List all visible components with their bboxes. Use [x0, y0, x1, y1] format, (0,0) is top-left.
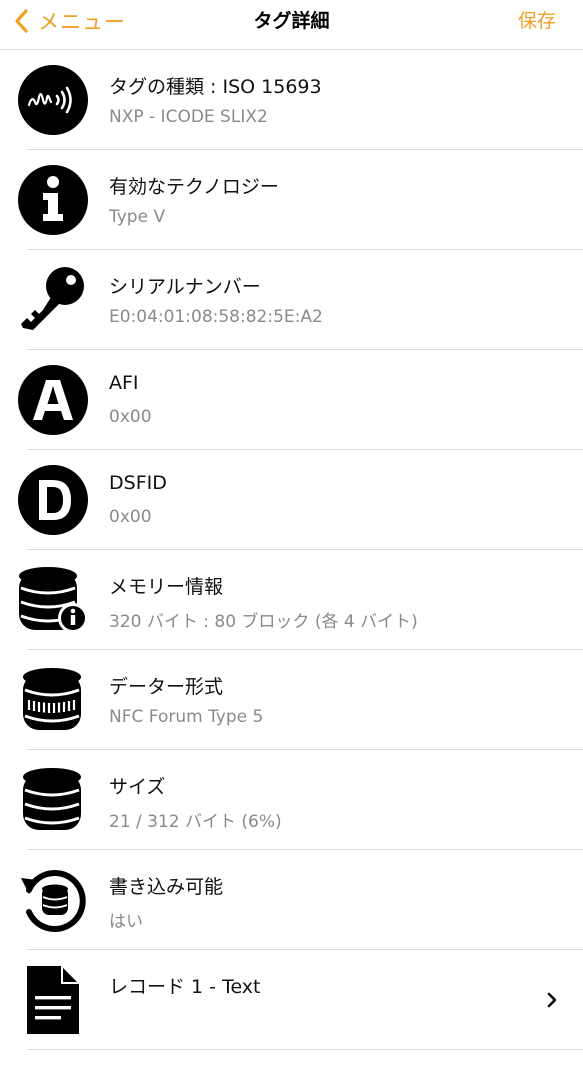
row-subtitle: NXP - ICODE SLIX2	[109, 107, 268, 127]
database-format-icon	[17, 664, 89, 736]
letter-a-icon	[17, 364, 89, 436]
row-subtitle: E0:04:01:08:58:82:5E:A2	[109, 307, 323, 327]
row-record-1[interactable]: レコード 1 - Text	[27, 950, 583, 1050]
row-title: AFI	[109, 372, 139, 394]
row-title: DSFID	[109, 472, 167, 494]
row-serial-number: シリアルナンバー E0:04:01:08:58:82:5E:A2	[21, 250, 583, 350]
tag-details-list: タグの種類 : ISO 15693 NXP - ICODE SLIX2 有効なテ…	[0, 49, 583, 1050]
row-subtitle: Type V	[109, 207, 166, 227]
key-icon	[17, 264, 89, 336]
row-writable: 書き込み可能 はい	[21, 850, 583, 950]
row-technologies: 有効なテクノロジー Type V	[18, 150, 583, 250]
database-info-icon	[17, 564, 89, 636]
row-title: タグの種類 : ISO 15693	[109, 76, 322, 98]
row-subtitle: 320 バイト : 80 ブロック (各 4 バイト)	[109, 612, 418, 632]
row-subtitle: はい	[109, 912, 143, 932]
row-size: サイズ 21 / 312 バイト (6%)	[23, 750, 583, 850]
row-subtitle: 0x00	[109, 407, 152, 427]
row-title: 書き込み可能	[109, 876, 224, 898]
info-icon	[17, 164, 89, 236]
row-memory-info: メモリー情報 320 バイト : 80 ブロック (各 4 バイト)	[19, 550, 583, 650]
row-subtitle: 21 / 312 バイト (6%)	[109, 812, 282, 832]
navigation-bar: メニュー タグ詳細 保存	[0, 0, 583, 44]
row-title: シリアルナンバー	[109, 276, 261, 298]
save-button[interactable]: 保存	[518, 4, 556, 38]
row-dsfid: DSFID 0x00	[18, 450, 583, 550]
row-title: 有効なテクノロジー	[109, 176, 279, 198]
row-title: データー形式	[109, 676, 224, 698]
row-tag-type: タグの種類 : ISO 15693 NXP - ICODE SLIX2	[18, 50, 583, 150]
row-afi: AFI 0x00	[18, 350, 583, 450]
letter-d-icon	[17, 464, 89, 536]
row-title: サイズ	[109, 776, 166, 798]
nfc-wave-icon	[17, 64, 89, 136]
row-subtitle: NFC Forum Type 5	[109, 707, 264, 727]
database-rewrite-icon	[17, 864, 89, 936]
row-title: レコード 1 - Text	[109, 976, 261, 998]
database-icon	[17, 764, 89, 836]
row-data-format: データー形式 NFC Forum Type 5	[23, 650, 583, 750]
back-label: メニュー	[38, 10, 126, 34]
back-button[interactable]: メニュー	[14, 4, 126, 38]
row-title: メモリー情報	[109, 576, 224, 598]
chevron-left-icon	[14, 9, 28, 33]
chevron-right-icon	[547, 992, 557, 1008]
document-icon	[17, 964, 89, 1036]
row-subtitle: 0x00	[109, 507, 152, 527]
